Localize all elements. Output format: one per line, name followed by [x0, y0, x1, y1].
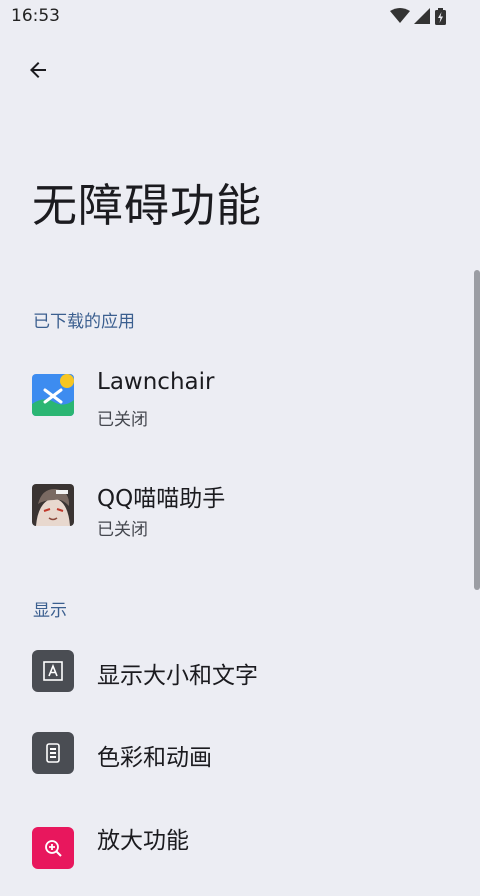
- text-size-icon: [32, 650, 74, 692]
- status-bar: 16:53: [0, 0, 480, 32]
- back-button[interactable]: [18, 50, 58, 90]
- list-item-color-motion[interactable]: 色彩和动画: [0, 707, 470, 803]
- color-motion-icon: [32, 732, 74, 774]
- list-item-qq-miaomiao[interactable]: QQ喵喵助手 已关闭: [0, 460, 470, 556]
- signal-icon: [414, 8, 430, 24]
- qq-miaomiao-app-icon: [32, 484, 74, 526]
- status-icons: [390, 7, 446, 25]
- list-item-lawnchair[interactable]: Lawnchair 已关闭: [0, 350, 470, 446]
- setting-label-display-size-text: 显示大小和文字: [97, 663, 258, 689]
- magnification-icon: [32, 827, 74, 869]
- app-status-lawnchair: 已关闭: [97, 410, 148, 430]
- arrow-back-icon: [30, 62, 46, 78]
- page-title: 无障碍功能: [32, 179, 263, 232]
- list-item-magnification[interactable]: 放大功能: [0, 800, 470, 896]
- app-name-lawnchair: Lawnchair: [97, 369, 215, 395]
- setting-label-magnification: 放大功能: [97, 828, 189, 854]
- setting-label-color-motion: 色彩和动画: [97, 745, 212, 771]
- status-time: 16:53: [11, 6, 60, 26]
- wifi-icon: [390, 8, 410, 23]
- lawnchair-app-icon: [32, 374, 74, 416]
- section-header-display: 显示: [33, 601, 67, 621]
- app-name-qq-miaomiao: QQ喵喵助手: [97, 486, 226, 512]
- app-status-qq-miaomiao: 已关闭: [97, 520, 148, 540]
- section-header-downloaded-apps: 已下载的应用: [33, 312, 135, 332]
- scrollbar[interactable]: [474, 270, 480, 590]
- battery-charging-icon: [435, 7, 446, 25]
